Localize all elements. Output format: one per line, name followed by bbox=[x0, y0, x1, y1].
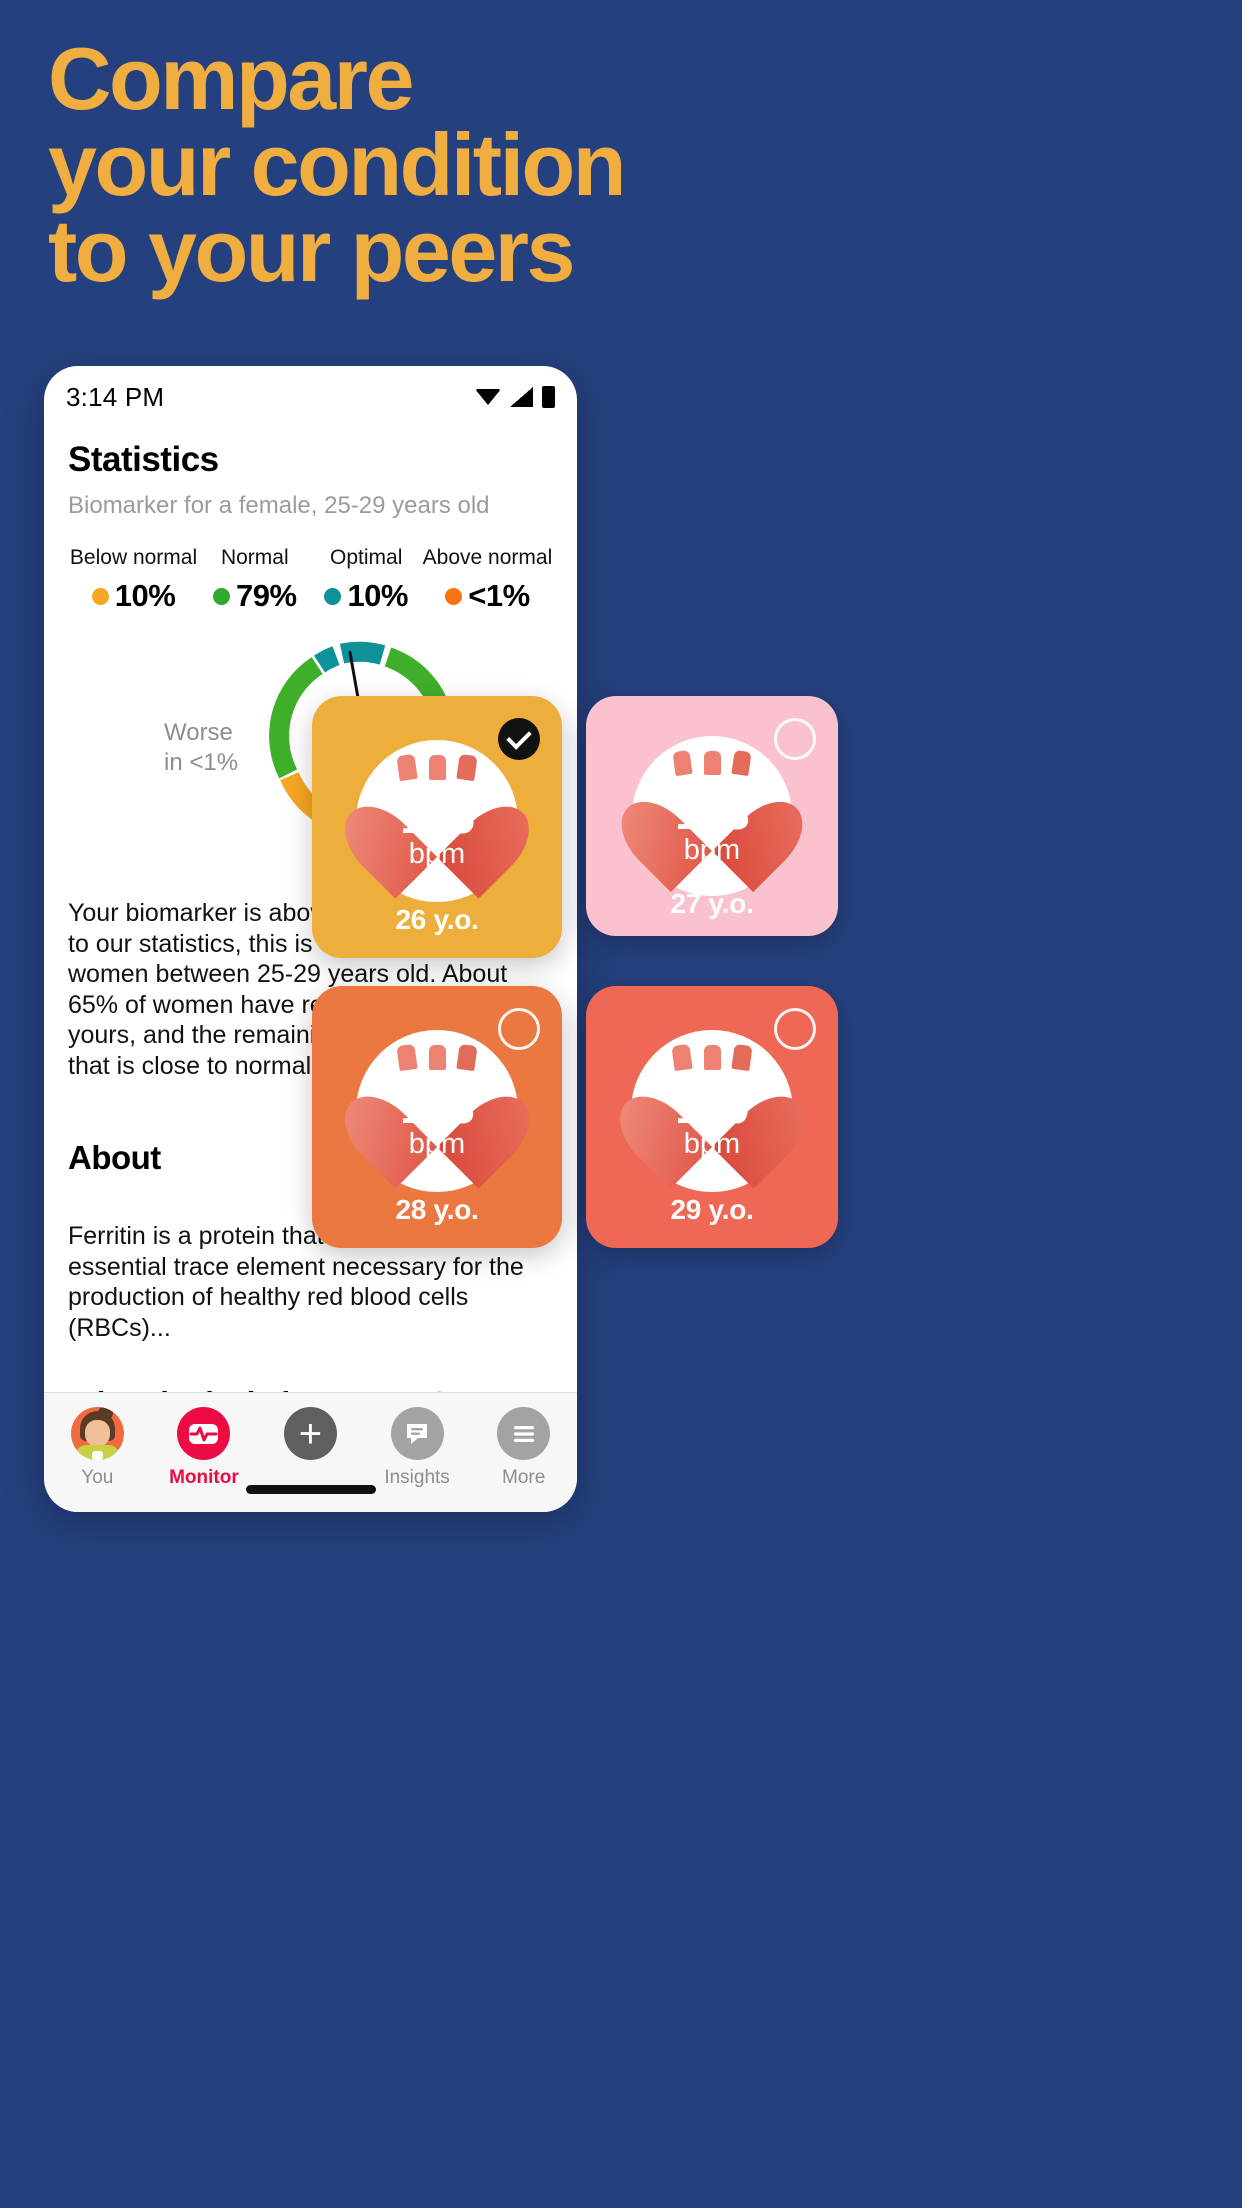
bpm-readout: 180 bpm bbox=[653, 1084, 771, 1159]
legend-item-normal: Normal 79% bbox=[199, 546, 310, 614]
heart-disc: 183 bpm bbox=[330, 1030, 544, 1192]
legend-value: 10% bbox=[114, 578, 176, 613]
nav-item-more[interactable]: More bbox=[474, 1407, 574, 1489]
heart-icon: 183 bpm bbox=[330, 1043, 544, 1189]
heart-icon: 185 bpm bbox=[330, 753, 544, 899]
battery-icon bbox=[542, 386, 555, 408]
select-radio-icon[interactable] bbox=[774, 718, 816, 760]
headline-line-2: your condition bbox=[48, 115, 627, 215]
bpm-value: 183 bbox=[675, 786, 750, 839]
legend-item-below-normal: Below normal 10% bbox=[68, 546, 199, 614]
legend-label: Optimal bbox=[330, 546, 403, 569]
gauge-worse-label: Worse in <1% bbox=[164, 719, 239, 776]
avatar-icon bbox=[70, 1407, 124, 1460]
legend-value-row: <1% bbox=[422, 578, 553, 614]
nav-label: You bbox=[81, 1467, 114, 1488]
heart-disc: 185 bpm bbox=[330, 740, 544, 902]
headline-line-1: Compare bbox=[48, 29, 414, 128]
bpm-unit: bpm bbox=[408, 1128, 466, 1161]
chat-icon bbox=[390, 1407, 444, 1460]
legend-value: 10% bbox=[347, 578, 408, 613]
legend-value: <1% bbox=[468, 578, 530, 613]
legend-label: Above normal bbox=[422, 546, 553, 569]
status-time: 3:14 PM bbox=[66, 381, 165, 412]
page-title: Statistics bbox=[68, 440, 219, 479]
nav-item-you[interactable]: You bbox=[47, 1407, 147, 1489]
legend-label: Normal bbox=[220, 546, 289, 569]
status-bar: 3:14 PM bbox=[44, 366, 577, 428]
bpm-unit: bpm bbox=[683, 833, 741, 866]
marketing-headline: Compare your condition to your peers bbox=[48, 29, 1098, 301]
heart-icon: 183 bpm bbox=[607, 750, 817, 893]
nav-item-monitor[interactable]: Monitor bbox=[154, 1407, 254, 1489]
status-icons bbox=[475, 386, 555, 408]
legend-dot-icon bbox=[445, 587, 463, 605]
card-age-label: 28 y.o. bbox=[395, 1194, 479, 1225]
page-subtitle: Biomarker for a female, 25-29 years old bbox=[68, 492, 490, 519]
legend-label: Below normal bbox=[69, 546, 198, 569]
nav-item-add[interactable]: + bbox=[260, 1407, 360, 1467]
legend-value-row: 10% bbox=[68, 578, 199, 614]
headline-line-3: to your peers bbox=[48, 201, 575, 301]
card-age-label: 29 y.o. bbox=[670, 1194, 754, 1225]
bottom-navigation: You Monitor + Insights More bbox=[44, 1392, 577, 1512]
legend-dot-icon bbox=[91, 587, 109, 605]
bpm-value: 183 bbox=[400, 1081, 475, 1134]
heart-card-26[interactable]: 185 bpm 26 y.o. bbox=[312, 696, 562, 958]
selected-check-icon[interactable] bbox=[498, 718, 540, 760]
select-radio-icon[interactable] bbox=[774, 1008, 816, 1050]
nav-label: Insights bbox=[384, 1467, 450, 1488]
bpm-value: 185 bbox=[400, 791, 475, 844]
nav-label: Monitor bbox=[169, 1467, 239, 1488]
menu-icon bbox=[497, 1407, 551, 1460]
heart-disc: 183 bpm bbox=[607, 736, 817, 896]
bpm-unit: bpm bbox=[408, 838, 466, 871]
legend-dot-icon bbox=[213, 587, 231, 605]
home-indicator bbox=[245, 1485, 376, 1494]
heart-card-27[interactable]: 183 bpm 27 y.o. bbox=[586, 696, 838, 936]
legend-value-row: 79% bbox=[199, 578, 310, 614]
bpm-readout: 183 bpm bbox=[654, 790, 770, 865]
bpm-value: 180 bbox=[675, 1081, 750, 1134]
heart-disc: 180 bpm bbox=[605, 1030, 819, 1192]
bpm-unit: bpm bbox=[683, 1128, 741, 1161]
heart-card-29[interactable]: 180 bpm 29 y.o. bbox=[586, 986, 838, 1248]
card-age-label: 26 y.o. bbox=[395, 904, 479, 935]
legend-item-above-normal: Above normal <1% bbox=[422, 546, 553, 614]
nav-item-insights[interactable]: Insights bbox=[367, 1407, 467, 1489]
bpm-readout: 185 bpm bbox=[378, 794, 496, 869]
card-age-label: 27 y.o. bbox=[670, 888, 754, 919]
legend-value: 79% bbox=[236, 578, 297, 613]
legend-item-optimal: Optimal 10% bbox=[311, 546, 422, 614]
heart-card-28[interactable]: 183 bpm 28 y.o. bbox=[312, 986, 562, 1248]
plus-icon: + bbox=[283, 1407, 337, 1460]
bpm-readout: 183 bpm bbox=[378, 1084, 496, 1159]
signal-icon bbox=[510, 387, 533, 407]
wifi-icon bbox=[475, 387, 501, 407]
legend-value-row: 10% bbox=[311, 578, 422, 614]
select-radio-icon[interactable] bbox=[498, 1008, 540, 1050]
pulse-icon bbox=[177, 1407, 231, 1460]
heart-icon: 180 bpm bbox=[605, 1043, 819, 1189]
nav-label: More bbox=[502, 1467, 546, 1488]
legend: Below normal 10% Normal 79% Optimal 10% … bbox=[68, 546, 553, 614]
legend-dot-icon bbox=[324, 587, 342, 605]
